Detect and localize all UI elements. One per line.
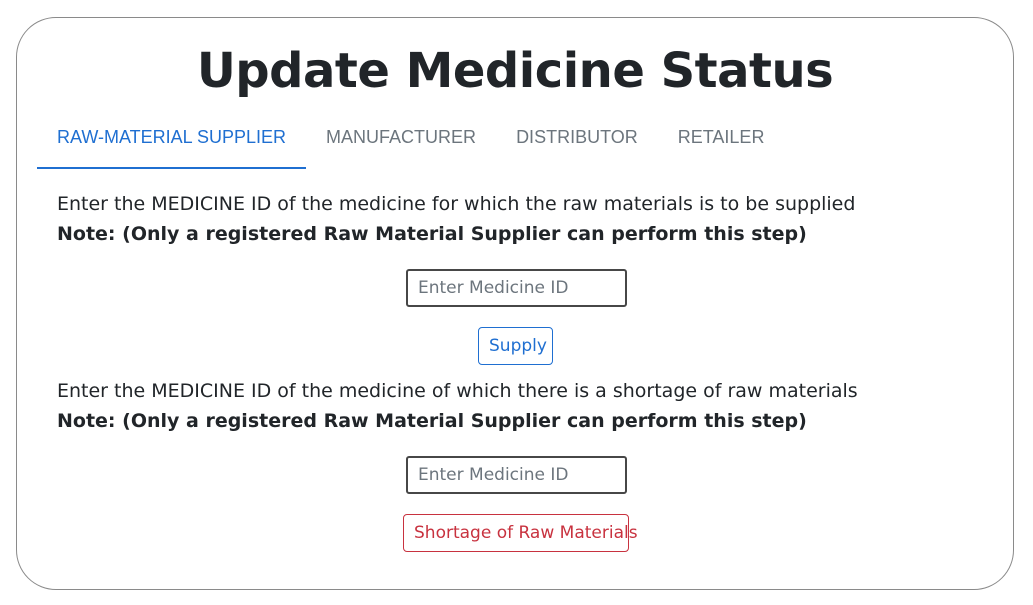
- supply-section: Enter the MEDICINE ID of the medicine fo…: [57, 189, 977, 249]
- supply-note: Note: (Only a registered Raw Material Su…: [57, 223, 807, 245]
- update-status-card: Update Medicine Status RAW-MATERIAL SUPP…: [16, 17, 1014, 590]
- shortage-button[interactable]: Shortage of Raw Materials: [403, 514, 638, 552]
- tab-distributor[interactable]: DISTRIBUTOR: [496, 112, 658, 169]
- shortage-description: Enter the MEDICINE ID of the medicine of…: [57, 380, 858, 402]
- supply-medicine-id-input[interactable]: [406, 269, 627, 307]
- tab-raw-material-supplier[interactable]: RAW-MATERIAL SUPPLIER: [37, 112, 307, 169]
- supply-button[interactable]: Supply: [478, 327, 553, 365]
- role-tabs: RAW-MATERIAL SUPPLIER MANUFACTURER DISTR…: [37, 112, 784, 169]
- shortage-medicine-id-input[interactable]: [406, 456, 627, 494]
- tab-manufacturer[interactable]: MANUFACTURER: [306, 112, 496, 169]
- shortage-section: Enter the MEDICINE ID of the medicine of…: [57, 376, 977, 436]
- supply-description: Enter the MEDICINE ID of the medicine fo…: [57, 193, 856, 215]
- shortage-note: Note: (Only a registered Raw Material Su…: [57, 410, 807, 432]
- page-title: Update Medicine Status: [196, 43, 834, 99]
- tab-retailer[interactable]: RETAILER: [658, 112, 785, 169]
